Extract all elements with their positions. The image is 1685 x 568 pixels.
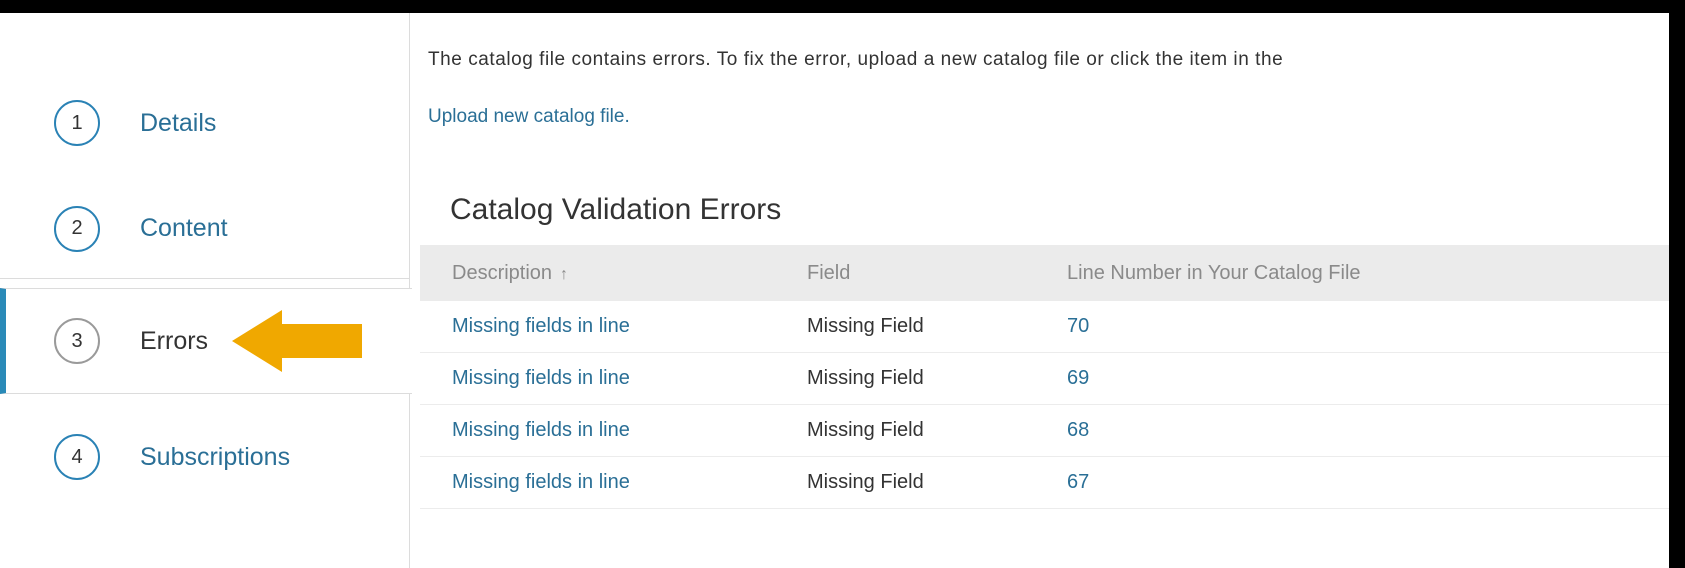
wizard-step-content[interactable]: 2 Content	[0, 179, 410, 279]
line-number-link[interactable]: 68	[1067, 419, 1567, 442]
section-title: Catalog Validation Errors	[450, 193, 782, 226]
step-number-badge: 4	[54, 434, 100, 480]
line-number-link[interactable]: 67	[1067, 471, 1567, 494]
error-intro-text: The catalog file contains errors. To fix…	[428, 49, 1284, 70]
line-number-link[interactable]: 69	[1067, 367, 1567, 390]
field-cell: Missing Field	[807, 367, 924, 389]
field-cell: Missing Field	[807, 419, 924, 441]
step-label: Content	[140, 214, 228, 242]
description-link[interactable]: Missing fields in line	[452, 471, 807, 494]
description-link[interactable]: Missing fields in line	[452, 315, 807, 338]
step-number-badge: 1	[54, 100, 100, 146]
table-header: Description ↑ Field Line Number in Your C…	[420, 245, 1669, 301]
upload-catalog-link[interactable]: Upload new catalog file.	[428, 106, 630, 128]
step-label: Details	[140, 108, 217, 137]
column-header-description[interactable]: Description ↑	[452, 262, 807, 285]
step-label: Errors	[140, 326, 209, 355]
table-row: Missing fields in line Missing Field 67	[420, 457, 1669, 509]
app-window: 1 Details 2 Content 3 Errors 4 Subscript…	[0, 13, 1669, 568]
orange-arrow-icon	[232, 310, 362, 372]
main-content: The catalog file contains errors. To fix…	[410, 13, 1669, 568]
table-row: Missing fields in line Missing Field 68	[420, 405, 1669, 457]
field-cell: Missing Field	[807, 315, 924, 337]
validation-errors-table: Description ↑ Field Line Number in Your C…	[420, 245, 1669, 509]
step-number-badge: 3	[54, 318, 100, 364]
table-row: Missing fields in line Missing Field 70	[420, 301, 1669, 353]
step-label: Subscriptions	[140, 442, 291, 471]
step-number-badge: 2	[54, 205, 100, 252]
wizard-step-details[interactable]: 1 Details	[0, 73, 410, 173]
column-header-label: Description	[452, 261, 553, 284]
table-row: Missing fields in line Missing Field 69	[420, 353, 1669, 405]
column-header-line-number[interactable]: Line Number in Your Catalog File	[1067, 262, 1567, 285]
description-link[interactable]: Missing fields in line	[452, 419, 807, 442]
wizard-sidebar: 1 Details 2 Content 3 Errors 4 Subscript…	[0, 13, 412, 568]
field-cell: Missing Field	[807, 471, 924, 493]
sort-ascending-icon[interactable]: ↑	[560, 266, 568, 283]
description-link[interactable]: Missing fields in line	[452, 367, 807, 390]
column-header-field[interactable]: Field	[807, 262, 1067, 285]
line-number-link[interactable]: 70	[1067, 315, 1567, 338]
wizard-step-subscriptions[interactable]: 4 Subscriptions	[0, 407, 410, 507]
